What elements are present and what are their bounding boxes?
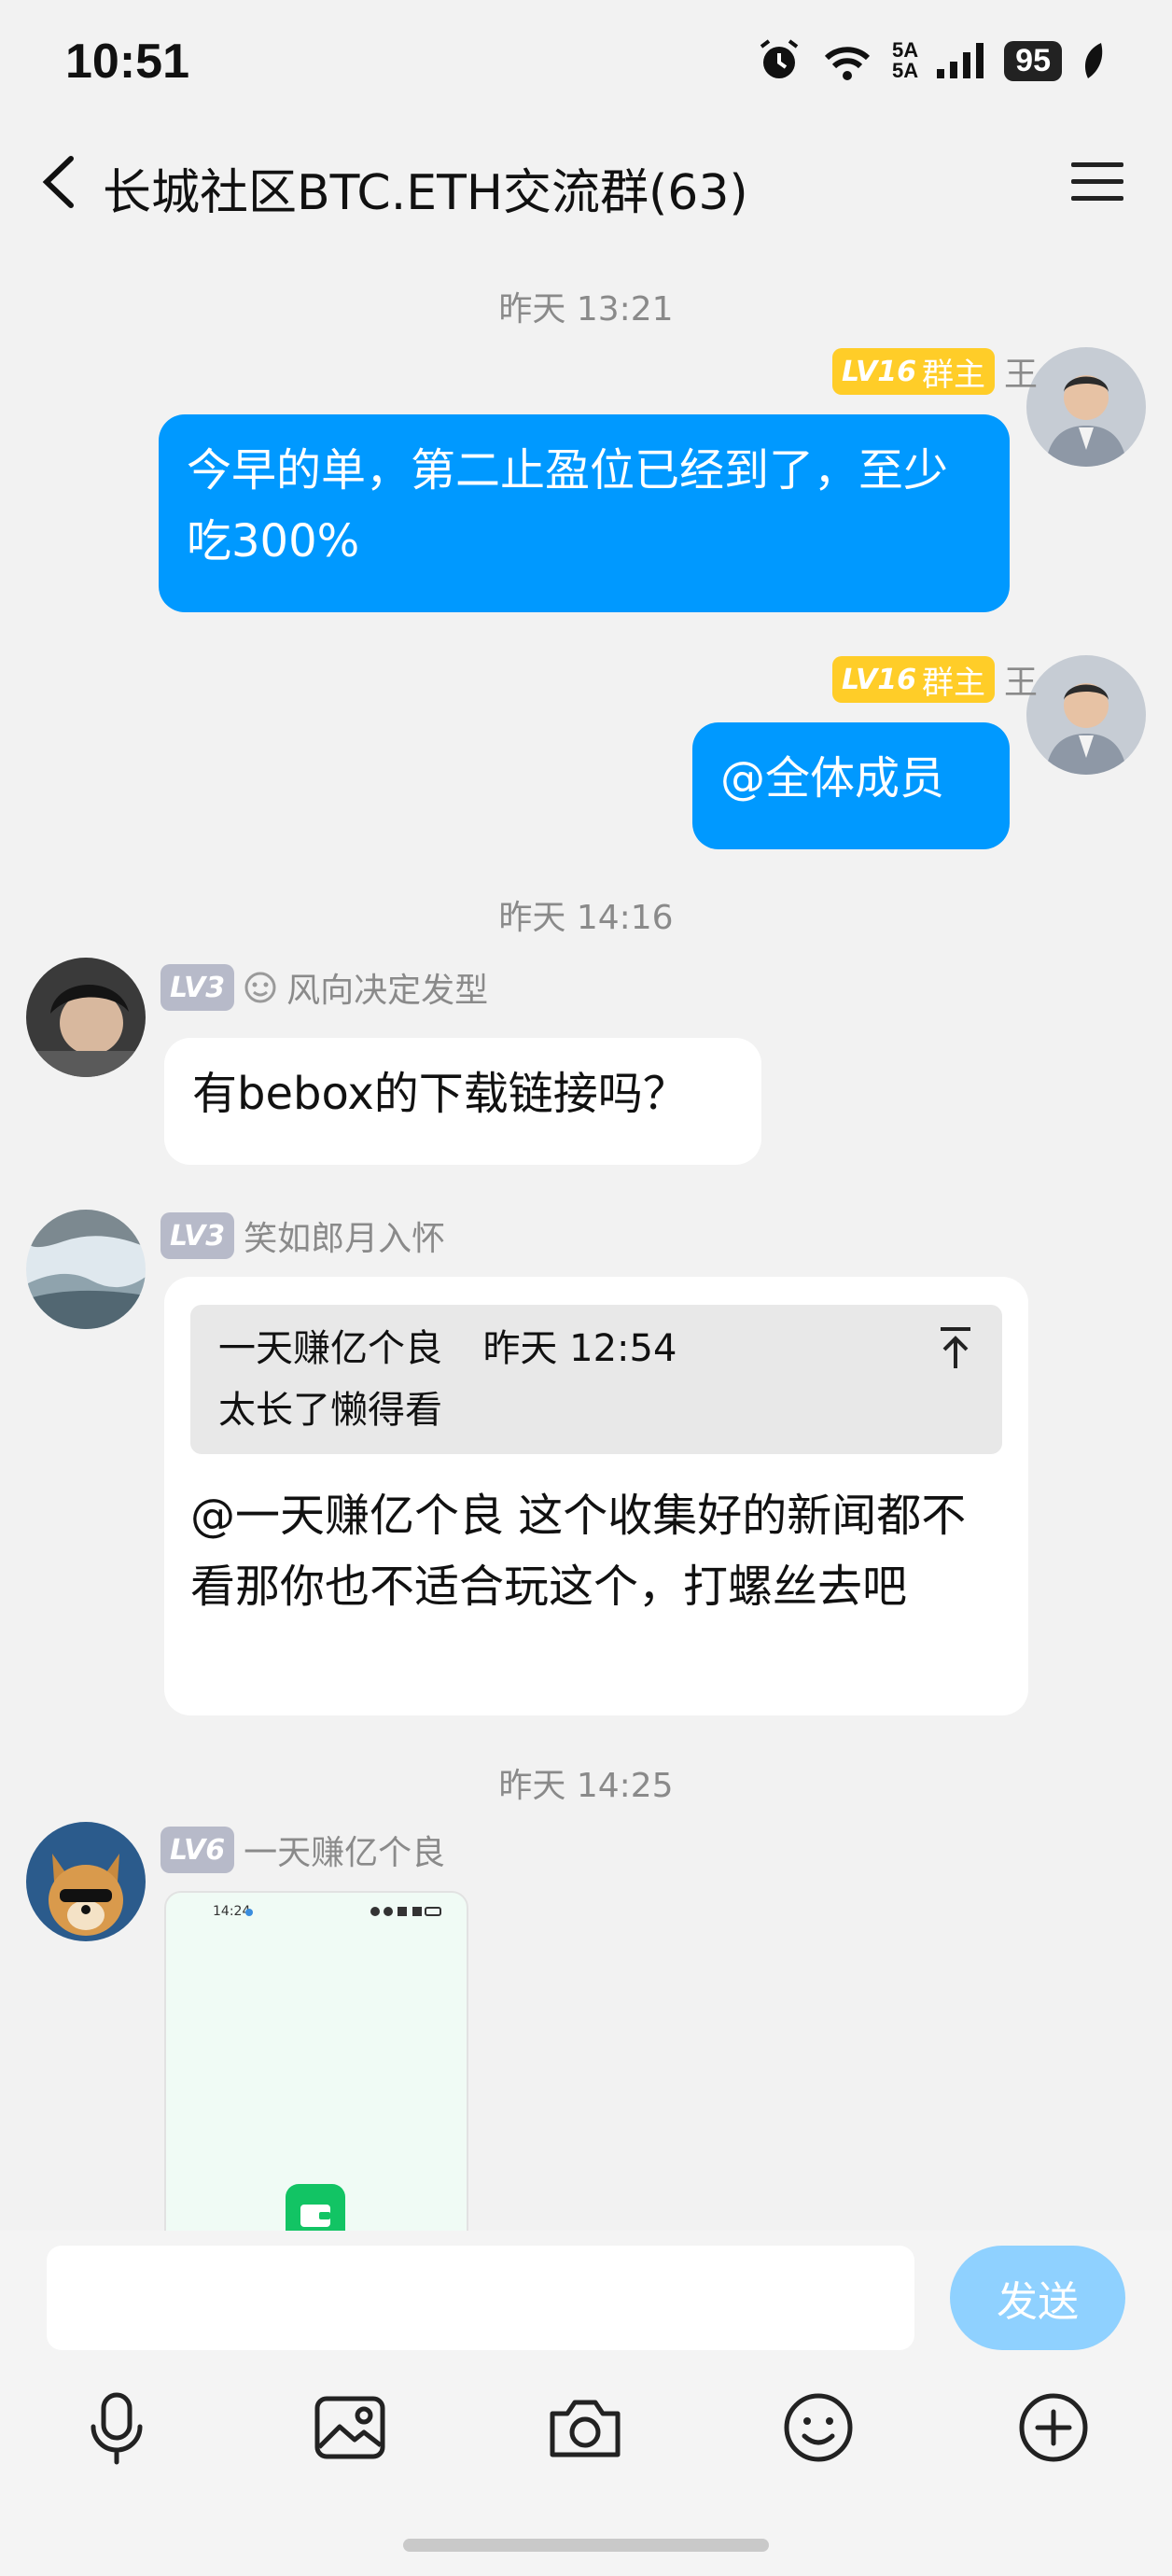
sender-name: 王 bbox=[1003, 356, 1038, 394]
message-bubble[interactable]: @全体成员 bbox=[692, 722, 1010, 849]
signal-labels: 5A 5A bbox=[892, 40, 918, 81]
level-text: LV16 bbox=[842, 355, 916, 388]
level-text: LV16 bbox=[842, 663, 916, 696]
quote-author: 一天赚亿个良 bbox=[218, 1327, 442, 1370]
menu-icon[interactable] bbox=[1069, 159, 1125, 205]
quoted-message[interactable]: 一天赚亿个良 昨天 12:54 太长了懒得看 bbox=[190, 1305, 1002, 1454]
home-indicator[interactable] bbox=[403, 2539, 769, 2552]
level-badge: LV3 bbox=[160, 1212, 235, 1259]
status-icons: 5A 5A 95 bbox=[756, 37, 1107, 84]
timestamp: 昨天 13:21 bbox=[498, 290, 674, 329]
avatar[interactable] bbox=[26, 1210, 146, 1329]
sender-name: 一天赚亿个良 bbox=[244, 1834, 446, 1872]
quote-text: 太长了懒得看 bbox=[218, 1389, 442, 1432]
alarm-icon bbox=[760, 39, 799, 78]
message-text: @全体成员 bbox=[720, 752, 945, 805]
quote-time: 昨天 12:54 bbox=[482, 1327, 677, 1370]
plus-icon[interactable] bbox=[1012, 2386, 1095, 2470]
battery-indicator: 95 bbox=[1004, 40, 1062, 81]
sender-name: 笑如郎月入怀 bbox=[244, 1220, 446, 1258]
camera-icon[interactable] bbox=[543, 2386, 627, 2470]
quote-header: 一天赚亿个良 昨天 12:54 bbox=[218, 1318, 974, 1379]
status-bar: 10:51 5A 5A 95 bbox=[0, 0, 1172, 131]
message-bubble[interactable]: 有bebox的下载链接吗？ bbox=[164, 1038, 761, 1165]
microphone-icon[interactable] bbox=[75, 2386, 159, 2470]
message-bubble[interactable]: 今早的单，第二止盈位已经到了，至少吃300% bbox=[159, 414, 1010, 612]
message-text: 今早的单，第二止盈位已经到了，至少吃300% bbox=[187, 444, 949, 567]
avatar-owner-icon bbox=[1026, 347, 1146, 467]
level-badge: LV3 bbox=[160, 964, 235, 1011]
send-button[interactable]: 发送 bbox=[950, 2246, 1125, 2350]
signal-label-top: 5A bbox=[892, 38, 919, 62]
avatar-owner-icon bbox=[1026, 655, 1146, 775]
message-text: @一天赚亿个良 这个收集好的新闻都不看那你也不适合玩这个，打螺丝去吧 bbox=[190, 1490, 967, 1613]
sender-name: 王 bbox=[1003, 664, 1038, 702]
timestamp: 昨天 14:16 bbox=[498, 899, 674, 937]
chat-title: 长城社区BTC.ETH交流群(63) bbox=[103, 165, 748, 221]
avatar[interactable] bbox=[1026, 655, 1146, 775]
avatar[interactable] bbox=[26, 958, 146, 1077]
back-arrow-icon[interactable] bbox=[34, 149, 90, 215]
sender-meta: LV16 群主 王 bbox=[832, 347, 1038, 396]
signal-icon bbox=[937, 43, 984, 78]
role-text: 群主 bbox=[921, 664, 985, 702]
sender-name: 风向决定发型 bbox=[286, 972, 489, 1010]
sender-meta: LV6 一天赚亿个良 bbox=[160, 1826, 445, 1874]
role-text: 群主 bbox=[921, 356, 985, 394]
input-bar: 发送 bbox=[0, 2231, 1172, 2576]
message-bubble[interactable]: 一天赚亿个良 昨天 12:54 太长了懒得看 @一天赚亿个良 这个收集好的新闻都… bbox=[164, 1277, 1028, 1715]
timestamp: 昨天 14:25 bbox=[498, 1767, 674, 1805]
message-input[interactable] bbox=[47, 2246, 914, 2350]
sender-meta: LV3 风向决定发型 bbox=[160, 963, 488, 1012]
level-badge: LV16 群主 bbox=[832, 656, 995, 703]
status-face-icon bbox=[244, 972, 276, 1003]
chat-header: 长城社区BTC.ETH交流群(63) bbox=[0, 131, 1172, 233]
sender-meta: LV3 笑如郎月入怀 bbox=[160, 1211, 445, 1260]
avatar-user-icon bbox=[26, 958, 146, 1077]
leaf-icon bbox=[1084, 43, 1103, 78]
status-time: 10:51 bbox=[65, 35, 189, 89]
thumb-dot-icon bbox=[245, 1909, 253, 1916]
level-badge: LV16 群主 bbox=[832, 348, 995, 395]
message-text: 有bebox的下载链接吗？ bbox=[192, 1068, 688, 1120]
signal-label-bottom: 5A bbox=[892, 59, 919, 82]
jump-to-quote-icon[interactable] bbox=[937, 1325, 974, 1370]
thumb-status-icons bbox=[370, 1907, 441, 1916]
sender-meta: LV16 群主 王 bbox=[832, 655, 1038, 704]
emoji-icon[interactable] bbox=[776, 2386, 860, 2470]
image-icon[interactable] bbox=[308, 2386, 392, 2470]
avatar-landscape-icon bbox=[26, 1210, 146, 1329]
avatar[interactable] bbox=[26, 1822, 146, 1941]
avatar-dog-icon bbox=[26, 1822, 146, 1941]
wifi-icon bbox=[824, 47, 871, 80]
avatar[interactable] bbox=[1026, 347, 1146, 467]
image-message[interactable]: 14:24 bbox=[164, 1891, 468, 2264]
level-badge: LV6 bbox=[160, 1827, 235, 1873]
